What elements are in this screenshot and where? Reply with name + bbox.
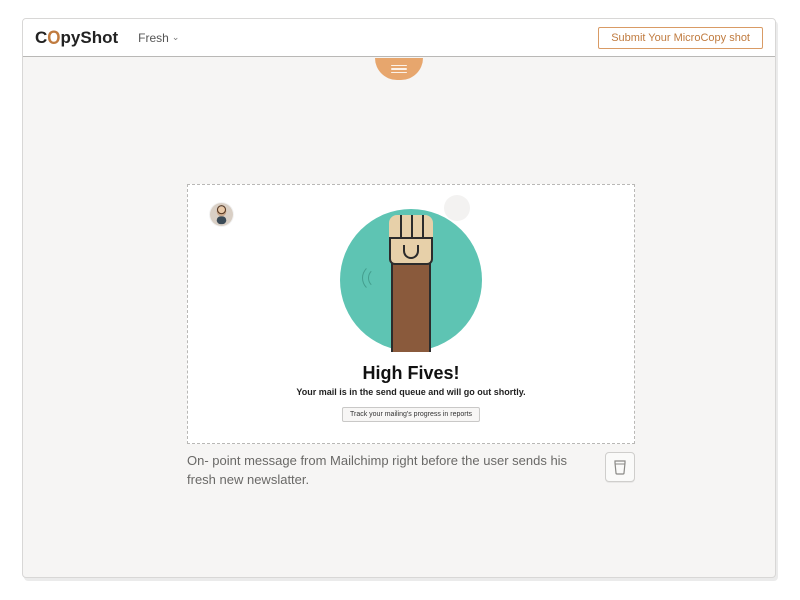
logo-part: pyShot	[61, 28, 119, 48]
hamburger-line	[391, 72, 407, 74]
menu-pill-button[interactable]	[375, 58, 423, 80]
header-bar: COpyShot Fresh ⌄ Submit Your MicroCopy s…	[23, 19, 775, 57]
caption-row: On- point message from Mailchimp right b…	[187, 444, 635, 490]
shot-caption: On- point message from Mailchimp right b…	[187, 452, 595, 490]
logo-part-o: O	[47, 26, 60, 49]
save-shot-button[interactable]	[605, 452, 635, 482]
author-avatar[interactable]	[210, 203, 233, 226]
brand-logo[interactable]: COpyShot	[35, 28, 118, 48]
logo-part: C	[35, 28, 47, 48]
nav-fresh-label: Fresh	[138, 31, 169, 45]
arm-shape	[391, 252, 431, 352]
decorative-dot	[444, 195, 470, 221]
hamburger-line	[391, 65, 407, 67]
submit-microcopy-button[interactable]: Submit Your MicroCopy shot	[598, 27, 763, 49]
hamburger-line	[391, 68, 407, 70]
cup-icon	[613, 459, 627, 475]
track-progress-button[interactable]: Track your mailing's progress in reports	[342, 407, 480, 422]
motion-lines-icon	[358, 263, 388, 293]
shot-card-wrapper: High Fives! Your mail is in the send que…	[187, 184, 635, 490]
high-five-illustration	[340, 209, 482, 351]
chevron-down-icon: ⌄	[172, 32, 180, 43]
card-headline: High Fives!	[188, 363, 634, 384]
app-window: COpyShot Fresh ⌄ Submit Your MicroCopy s…	[22, 18, 776, 578]
hand-shape	[389, 215, 433, 265]
shot-card[interactable]: High Fives! Your mail is in the send que…	[187, 184, 635, 444]
card-subline: Your mail is in the send queue and will …	[188, 387, 634, 397]
nav-fresh-dropdown[interactable]: Fresh ⌄	[138, 31, 179, 45]
